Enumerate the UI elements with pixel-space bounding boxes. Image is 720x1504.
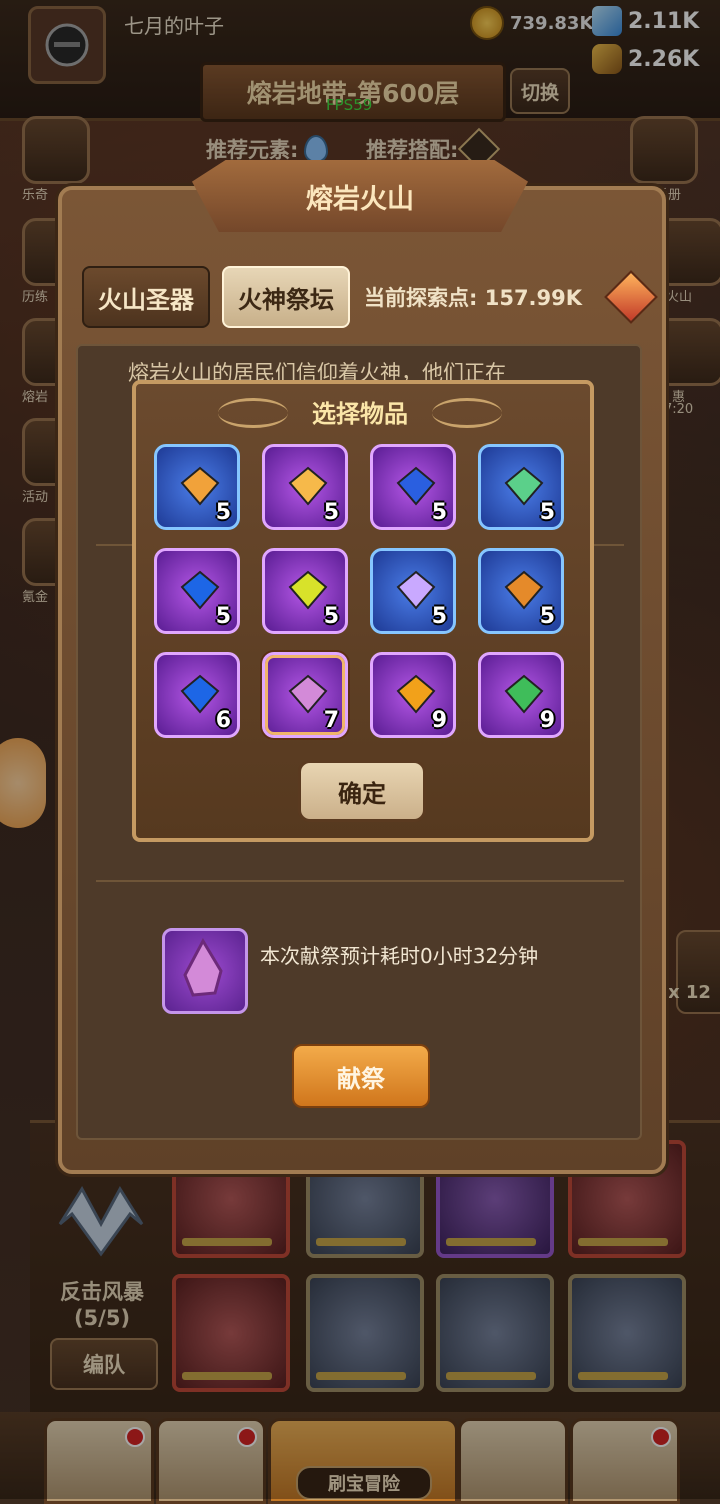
violet-shard-icon bbox=[396, 570, 436, 610]
item-cell[interactable]: 5 bbox=[370, 444, 456, 530]
item-cell[interactable]: 5 bbox=[262, 444, 348, 530]
item-cell[interactable]: 6 bbox=[154, 652, 240, 738]
offer-button[interactable]: 献祭 bbox=[292, 1044, 430, 1108]
item-count: 6 bbox=[215, 708, 231, 733]
orange-ring-gem-icon bbox=[396, 674, 436, 714]
green-shard-icon bbox=[504, 466, 544, 506]
panel-title: 熔岩火山 bbox=[192, 160, 528, 232]
item-count: 9 bbox=[539, 708, 555, 733]
blue-diamond-icon bbox=[396, 466, 436, 506]
item-count: 5 bbox=[431, 604, 447, 629]
orange-crystal-icon bbox=[504, 570, 544, 610]
sacrifice-item-slot[interactable] bbox=[162, 928, 248, 1014]
item-cell[interactable]: 5 bbox=[262, 548, 348, 634]
item-count: 5 bbox=[323, 500, 339, 525]
green-diamond-icon bbox=[504, 674, 544, 714]
orange-gem-icon bbox=[288, 466, 328, 506]
tab-volcano-artifact[interactable]: 火山圣器 bbox=[82, 266, 210, 328]
item-count: 5 bbox=[539, 500, 555, 525]
explore-points: 当前探索点: 157.99K bbox=[364, 286, 583, 310]
blue-ring-gem-icon bbox=[180, 570, 220, 610]
item-cell[interactable]: 9 bbox=[478, 652, 564, 738]
item-count: 5 bbox=[215, 500, 231, 525]
confirm-button[interactable]: 确定 bbox=[298, 760, 426, 822]
item-count: 5 bbox=[323, 604, 339, 629]
orange-shard-icon bbox=[180, 466, 220, 506]
purple-rock-icon bbox=[183, 937, 223, 997]
item-cell[interactable]: 5 bbox=[478, 548, 564, 634]
item-count: 9 bbox=[431, 708, 447, 733]
item-count: 5 bbox=[539, 604, 555, 629]
item-cell[interactable]: 5 bbox=[154, 444, 240, 530]
item-cell[interactable]: 5 bbox=[478, 444, 564, 530]
item-count: 5 bbox=[431, 500, 447, 525]
yellow-ring-gem-icon bbox=[288, 570, 328, 610]
item-cell[interactable]: 5 bbox=[370, 548, 456, 634]
blue-ring-gem-icon bbox=[180, 674, 220, 714]
divider bbox=[96, 880, 624, 882]
item-cell[interactable]: 5 bbox=[154, 548, 240, 634]
sacrifice-duration: 本次献祭预计耗时0小时32分钟 bbox=[260, 944, 539, 968]
item-count: 7 bbox=[323, 708, 339, 733]
item-count: 5 bbox=[215, 604, 231, 629]
item-cell[interactable]: 7 bbox=[262, 652, 348, 738]
purple-rock-icon bbox=[288, 674, 328, 714]
tab-fire-altar[interactable]: 火神祭坛 bbox=[222, 266, 350, 328]
item-cell[interactable]: 9 bbox=[370, 652, 456, 738]
modal-title: 选择物品 bbox=[312, 399, 408, 428]
